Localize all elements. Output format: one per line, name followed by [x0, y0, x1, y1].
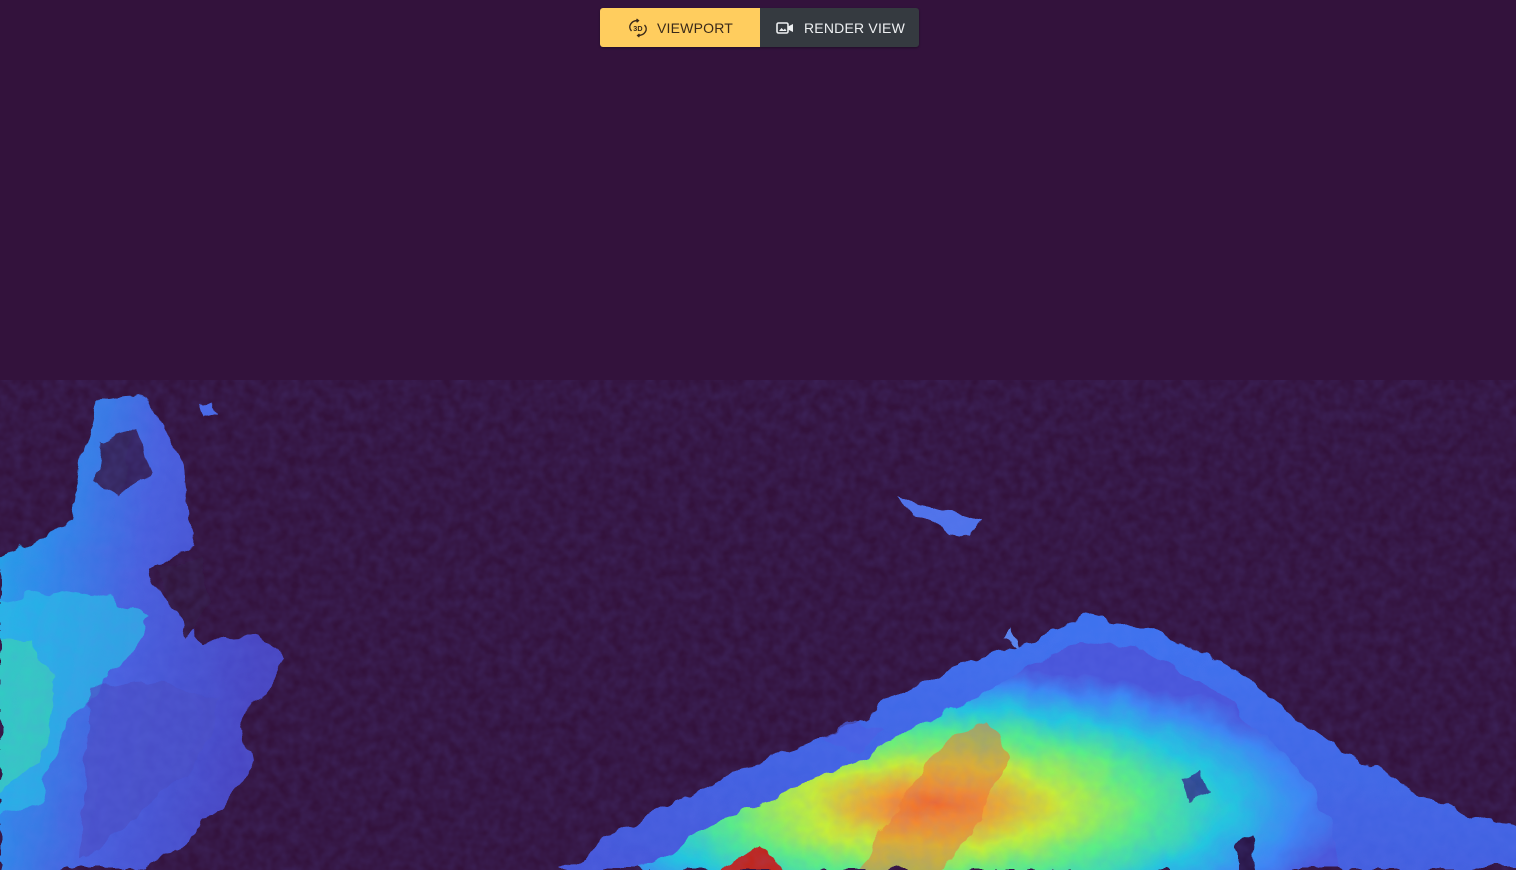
video-camera-icon [774, 17, 796, 39]
svg-text:3D: 3D [633, 23, 643, 32]
3d-viewport[interactable]: 3D VIEWPORT RENDER VIEW [0, 0, 1516, 870]
viewport-button[interactable]: 3D VIEWPORT [600, 8, 760, 47]
render-view-label: RENDER VIEW [804, 19, 905, 36]
render-view-button[interactable]: RENDER VIEW [760, 8, 919, 47]
rotate-3d-icon: 3D [627, 17, 649, 39]
depth-heatmap-render [0, 380, 1516, 870]
viewport-label: VIEWPORT [656, 19, 734, 36]
view-mode-toggle: 3D VIEWPORT RENDER VIEW [600, 8, 919, 47]
